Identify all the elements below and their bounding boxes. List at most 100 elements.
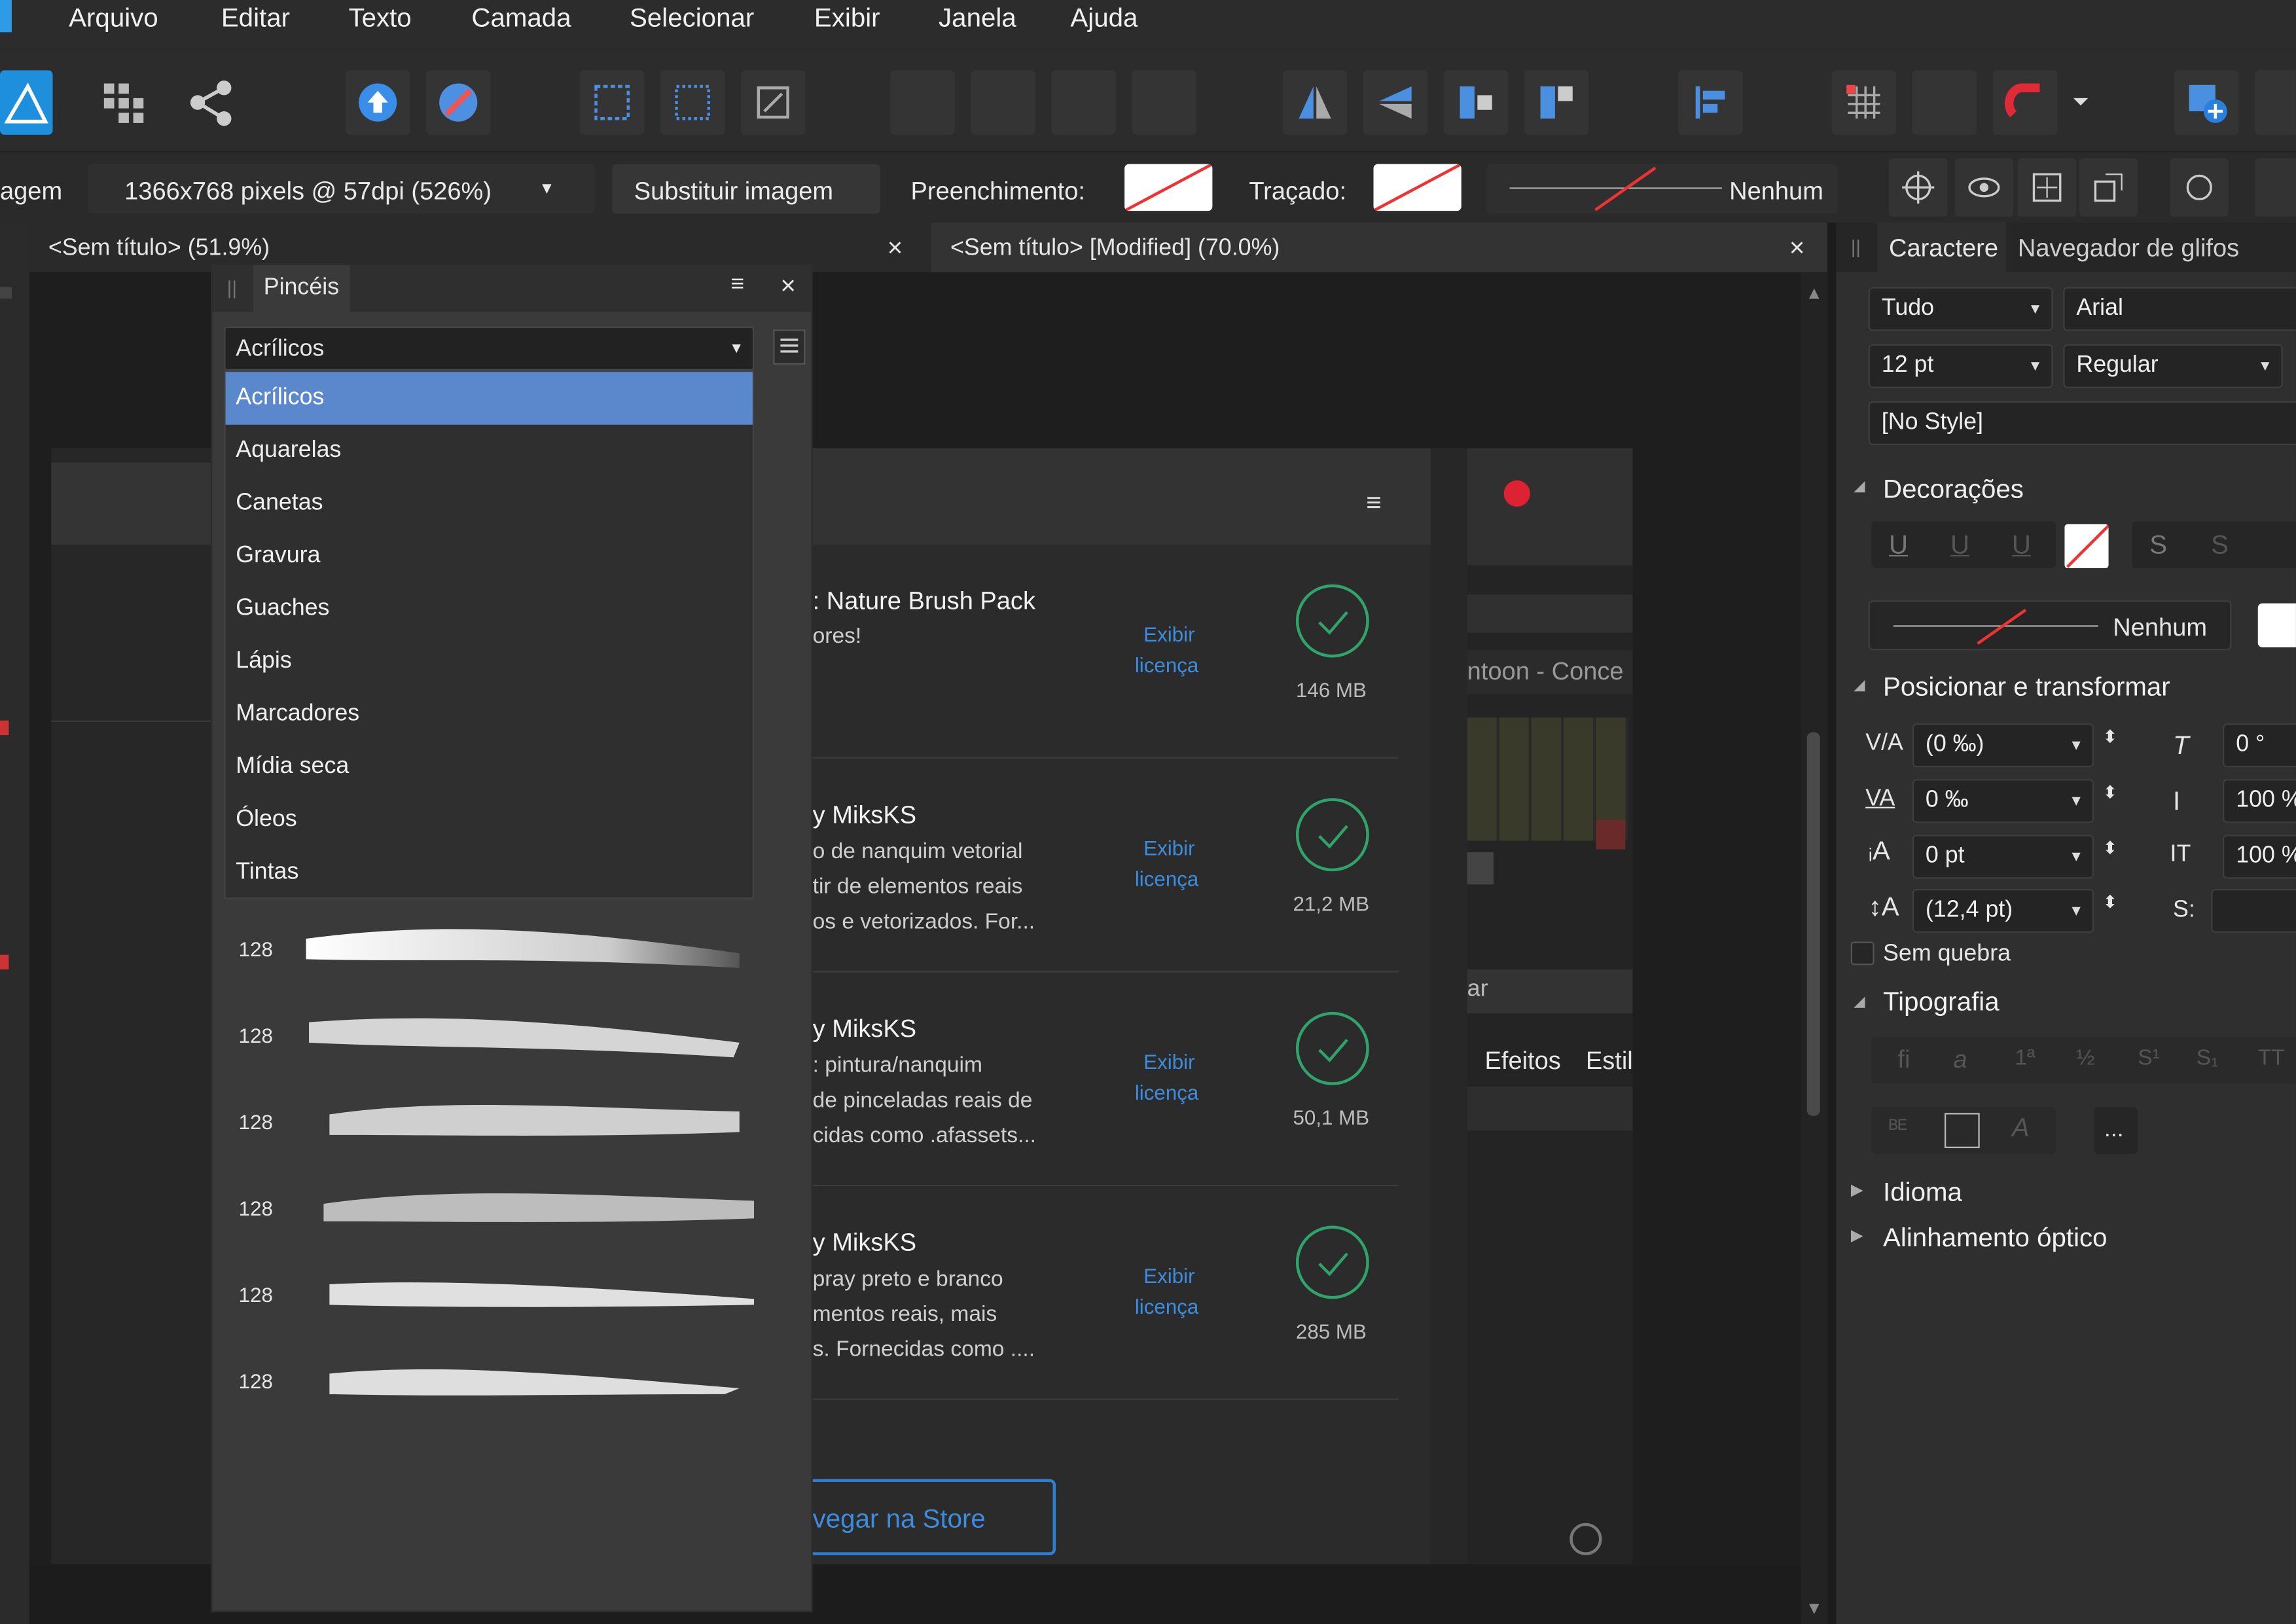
close-icon[interactable]: ×: [888, 234, 903, 261]
close-icon[interactable]: ×: [780, 272, 796, 298]
underline-buttons[interactable]: U U U: [1871, 521, 2056, 569]
typography-title[interactable]: Tipografia: [1883, 987, 2000, 1018]
tracking-stepper-icon[interactable]: ⬍: [2103, 784, 2118, 801]
rotate-right-icon[interactable]: [1524, 70, 1589, 135]
rotate-left-icon[interactable]: [1443, 70, 1509, 135]
collapsed-icon[interactable]: ▶: [1851, 1228, 1863, 1245]
select-grid-icon[interactable]: [579, 70, 645, 135]
frame-icon[interactable]: [1945, 1113, 1980, 1148]
close-icon[interactable]: ×: [1789, 234, 1805, 261]
strikethrough-icon[interactable]: S: [2149, 532, 2167, 558]
tab-document-2[interactable]: <Sem título> [Modified] (70.0%) ×: [931, 223, 1828, 273]
scroll-thumb[interactable]: [1806, 732, 1820, 1116]
leading-stepper-icon[interactable]: ⬍: [2103, 893, 2118, 911]
underline-icon[interactable]: U: [1889, 532, 1908, 558]
flip-vertical-icon[interactable]: [1363, 70, 1428, 135]
snap-dropdown-icon[interactable]: [2062, 70, 2100, 134]
transform-icon[interactable]: [741, 70, 806, 135]
list-item[interactable]: Aquarelas: [226, 425, 753, 478]
font-size-select[interactable]: 12 pt ▼: [1868, 344, 2053, 388]
reset-icon[interactable]: [2170, 158, 2229, 217]
license-link[interactable]: Exibir: [1143, 838, 1194, 858]
font-weight-select[interactable]: Regular ▼: [2063, 344, 2283, 388]
kerning-stepper-icon[interactable]: ⬍: [2103, 728, 2118, 746]
more-typography-button[interactable]: ...: [2094, 1107, 2138, 1154]
scroll-up-icon[interactable]: ▲: [1805, 284, 1823, 302]
font-select[interactable]: Arial: [2063, 287, 2296, 331]
brush-preset[interactable]: 128: [212, 1079, 812, 1166]
menu-exibir[interactable]: Exibir: [814, 5, 880, 31]
license-link[interactable]: licença: [1135, 655, 1199, 675]
brush-preset[interactable]: 128: [212, 907, 812, 993]
tool-icon[interactable]: [0, 720, 9, 736]
preview-icon[interactable]: [1954, 158, 2014, 217]
align-icon[interactable]: [1677, 70, 1743, 135]
vertical-scale-field[interactable]: 100 %: [2223, 779, 2296, 823]
stroke-style-dropdown[interactable]: Nenhum: [1486, 164, 1838, 214]
decorations-title[interactable]: Decorações: [1883, 475, 2024, 505]
upload-assistant-icon[interactable]: [345, 70, 410, 135]
list-item[interactable]: Guaches: [226, 583, 753, 636]
grid-persona-icon[interactable]: [91, 70, 155, 134]
list-item[interactable]: Marcadores: [226, 688, 753, 741]
expand-icon[interactable]: ◢: [1854, 679, 1865, 694]
menu-selecionar[interactable]: Selecionar: [630, 5, 754, 31]
s-field[interactable]: [2211, 888, 2296, 933]
no-break-checkbox[interactable]: [1850, 941, 1874, 965]
line-color-swatch[interactable]: [2257, 603, 2296, 647]
snap-magnet-icon[interactable]: [1992, 70, 2058, 135]
optical-alignment-title[interactable]: Alinhamento óptico: [1883, 1223, 2108, 1254]
add-asset-icon[interactable]: [2174, 70, 2239, 135]
horizontal-scale-field[interactable]: 100 %: [2223, 835, 2296, 879]
list-item[interactable]: Gravura: [226, 530, 753, 583]
list-item[interactable]: Óleos: [226, 794, 753, 847]
snapping-icon[interactable]: [426, 70, 491, 135]
baseline-stepper-icon[interactable]: ⬍: [2103, 839, 2118, 857]
brush-preset[interactable]: 128: [212, 993, 812, 1079]
brush-preset[interactable]: 128: [212, 1166, 812, 1252]
leading-field[interactable]: (12,4 pt) ▼: [1912, 888, 2094, 933]
tool-icon[interactable]: [0, 287, 12, 299]
style-select[interactable]: [No Style]: [1868, 401, 2296, 446]
license-link[interactable]: Exibir: [1143, 1051, 1194, 1072]
menu-ajuda[interactable]: Ajuda: [1070, 5, 1138, 31]
tab-glyph-browser[interactable]: Navegador de glifos: [2018, 236, 2239, 261]
license-link[interactable]: licença: [1135, 1082, 1199, 1102]
double-strike-icon[interactable]: S: [2211, 532, 2229, 558]
more-context-icon[interactable]: [2255, 158, 2296, 217]
list-item[interactable]: Acrílicos: [225, 372, 753, 425]
list-item[interactable]: Tintas: [226, 846, 753, 899]
resize-icon[interactable]: [2079, 158, 2138, 217]
grid-icon[interactable]: [1831, 70, 1897, 135]
language-title[interactable]: Idioma: [1883, 1178, 1962, 1208]
list-item[interactable]: Canetas: [226, 477, 753, 530]
license-link[interactable]: Exibir: [1143, 624, 1194, 644]
pixel-info-dropdown-icon[interactable]: ▼: [539, 181, 554, 198]
crosshair-icon[interactable]: [1888, 158, 1948, 217]
list-item[interactable]: Lápis: [226, 636, 753, 689]
menu-texto[interactable]: Texto: [348, 5, 411, 31]
panel-menu-icon[interactable]: ≡: [730, 273, 744, 297]
strikethrough-buttons[interactable]: S S: [2132, 521, 2296, 569]
line-style-select[interactable]: Nenhum: [1868, 600, 2232, 651]
fit-icon[interactable]: [2017, 158, 2077, 217]
shear-field[interactable]: 0 °: [2223, 723, 2296, 768]
more-tools-icon[interactable]: [2255, 70, 2296, 135]
expand-icon[interactable]: ◢: [1854, 995, 1865, 1010]
collapsed-icon[interactable]: ▶: [1851, 1183, 1863, 1200]
license-link[interactable]: Exibir: [1143, 1265, 1194, 1286]
guides-icon[interactable]: [1912, 70, 1977, 135]
tab-brushes[interactable]: Pincéis: [253, 264, 350, 312]
tracking-field[interactable]: 0 ‰ ▼: [1912, 779, 2094, 823]
drag-handle-icon[interactable]: ||: [1851, 237, 1861, 256]
position-transform-title[interactable]: Posicionar e transformar: [1883, 672, 2170, 703]
license-link[interactable]: licença: [1135, 1296, 1199, 1316]
store-menu-icon[interactable]: ≡: [1366, 489, 1382, 515]
menu-camada[interactable]: Camada: [471, 5, 571, 31]
menu-arquivo[interactable]: Arquivo: [69, 5, 158, 31]
decoration-color-swatch[interactable]: [2064, 524, 2109, 569]
list-item[interactable]: Mídia seca: [226, 741, 753, 794]
license-link[interactable]: licença: [1135, 869, 1199, 889]
browse-store-button[interactable]: vegar na Store: [783, 1479, 1056, 1555]
menu-editar[interactable]: Editar: [221, 5, 290, 31]
